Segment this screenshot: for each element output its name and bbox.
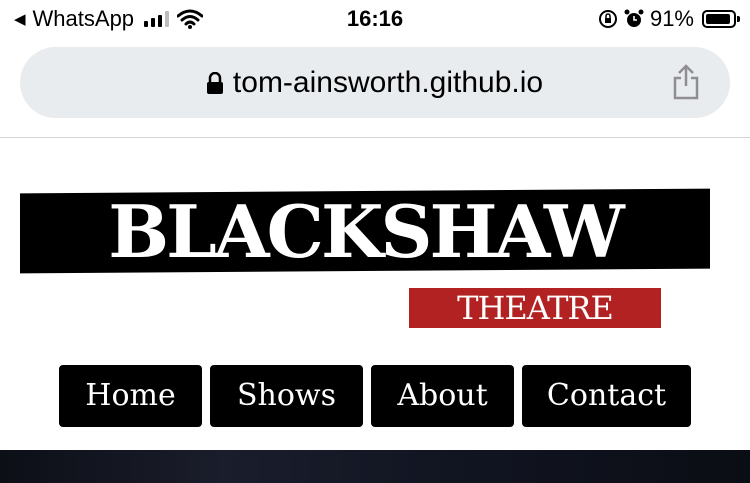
alarm-icon bbox=[624, 9, 644, 27]
address-bar[interactable]: tom-ainsworth.github.io bbox=[20, 47, 730, 118]
orientation-lock-icon bbox=[598, 10, 617, 28]
nav-about-button[interactable]: About bbox=[371, 365, 514, 427]
url-text[interactable]: tom-ainsworth.github.io bbox=[233, 66, 543, 100]
hero-image bbox=[0, 450, 750, 483]
status-bar: ◀ WhatsApp 16:16 91% bbox=[0, 0, 750, 40]
main-nav: Home Shows About Contact bbox=[0, 365, 750, 427]
address-bar-content[interactable]: tom-ainsworth.github.io bbox=[20, 66, 730, 100]
share-icon[interactable] bbox=[672, 64, 700, 100]
nav-home-button[interactable]: Home bbox=[59, 365, 202, 427]
battery-icon bbox=[702, 10, 740, 28]
nav-contact-button[interactable]: Contact bbox=[522, 365, 691, 427]
battery-level-fill bbox=[706, 14, 730, 24]
battery-percent: 91% bbox=[649, 6, 694, 31]
toolbar-divider bbox=[0, 137, 750, 138]
logo-sub-text: THEATRE bbox=[457, 289, 614, 327]
site-logo[interactable]: BLACKSHAW bbox=[20, 186, 710, 276]
logo-sub-banner[interactable]: THEATRE bbox=[409, 288, 661, 328]
nav-shows-button[interactable]: Shows bbox=[210, 365, 363, 427]
status-right: 91% bbox=[598, 6, 740, 32]
logo-main-text: BLACKSHAW bbox=[108, 189, 624, 274]
lock-icon bbox=[206, 72, 223, 94]
